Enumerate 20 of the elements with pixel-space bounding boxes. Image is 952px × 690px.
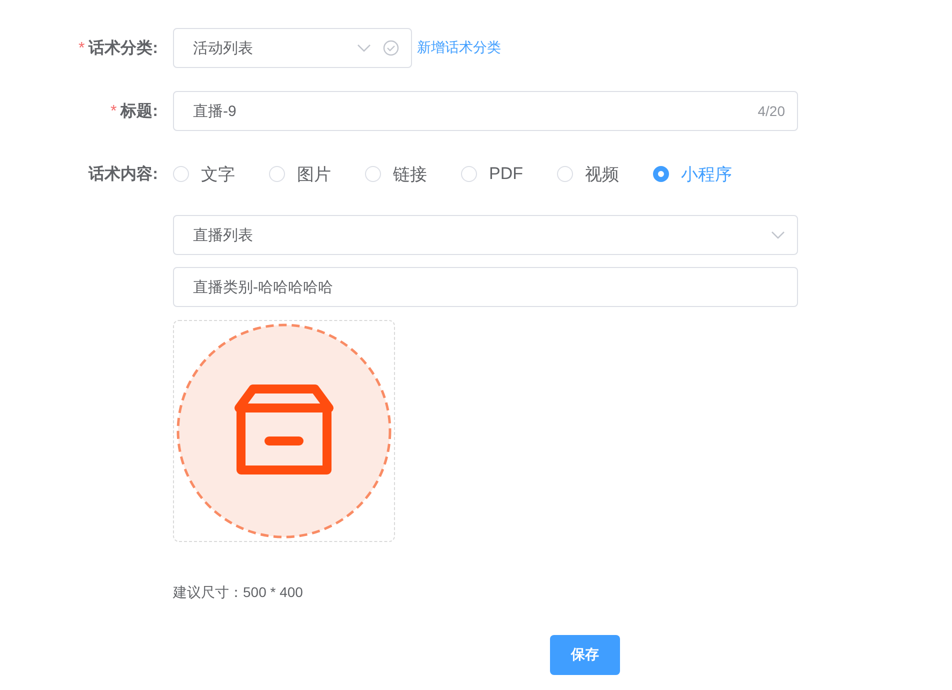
- param-input[interactable]: 直播类别-哈哈哈哈哈: [173, 267, 798, 307]
- char-counter: 4/20: [758, 103, 785, 119]
- required-mark: *: [110, 102, 117, 120]
- size-hint: 建议尺寸：500 * 400: [173, 584, 304, 602]
- check-circle-icon: [383, 40, 399, 56]
- title-input[interactable]: 直播-9 4/20: [173, 91, 798, 131]
- required-mark: *: [78, 40, 85, 56]
- field-label: 话术分类:: [88, 40, 158, 56]
- radio-option[interactable]: 链接: [365, 162, 427, 186]
- chevron-down-icon: [771, 231, 785, 239]
- category-select[interactable]: 活动列表: [173, 28, 412, 68]
- radio-option[interactable]: 图片: [269, 162, 331, 186]
- field-label: 话术内容:: [88, 166, 158, 182]
- field-label: 标题:: [120, 102, 158, 120]
- radio-option[interactable]: PDF: [461, 164, 523, 184]
- radio-option[interactable]: 视频: [557, 162, 619, 186]
- chevron-down-icon: [357, 44, 371, 52]
- radio-button[interactable]: [653, 166, 669, 182]
- radio-option[interactable]: 文字: [173, 162, 235, 186]
- page-select[interactable]: 直播列表: [173, 215, 798, 255]
